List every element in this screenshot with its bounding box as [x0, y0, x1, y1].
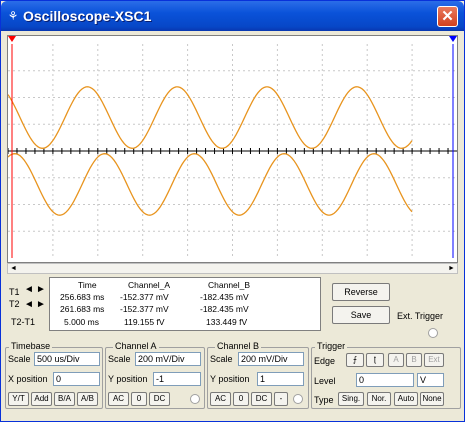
trigger-source-ext-button[interactable]: Ext [424, 353, 444, 367]
channel-a-scale-field[interactable]: 200 mV/Div [135, 352, 201, 366]
channel-a-title: Channel A [113, 341, 159, 351]
trigger-title: Trigger [315, 341, 348, 351]
timebase-scale-label: Scale [8, 354, 31, 364]
delta-channel-a: 119.155 fV [124, 317, 165, 327]
mode-yt-button[interactable]: Y/T [8, 392, 29, 406]
channel-a-ac-button[interactable]: AC [108, 392, 129, 406]
t2-left-arrow-icon[interactable]: ◄ [24, 300, 34, 310]
channel-b-radio[interactable] [293, 394, 303, 404]
t1-channel-a: -152.377 mV [120, 292, 169, 302]
t2-cursor-handle [449, 36, 457, 42]
trigger-none-button[interactable]: None [420, 392, 444, 406]
x-position-label: X position [8, 374, 48, 384]
t2-time: 261.683 ms [60, 304, 105, 314]
close-button[interactable]: ✕ [437, 6, 458, 27]
mode-ab-button[interactable]: A/B [77, 392, 98, 406]
channel-a-header: Channel_A [128, 280, 171, 290]
timebase-title: Timebase [9, 341, 53, 351]
trigger-level-unit[interactable]: V [417, 373, 444, 387]
channel-b-zero-button[interactable]: 0 [233, 392, 249, 406]
save-button[interactable]: Save [332, 306, 390, 324]
scroll-right-icon[interactable]: ► [446, 264, 457, 273]
channel-a-ypos-field[interactable]: -1 [153, 372, 201, 386]
channel-a-zero-button[interactable]: 0 [131, 392, 147, 406]
t2-label: T2 [9, 299, 20, 309]
trigger-edge-label: Edge [314, 356, 336, 366]
channel-a-dc-button[interactable]: DC [149, 392, 170, 406]
trigger-source-b-button[interactable]: B [406, 353, 422, 367]
channel-b-ypos-field[interactable]: 1 [257, 372, 304, 386]
horizontal-scrollbar[interactable]: ◄ ► [7, 263, 458, 274]
trigger-normal-button[interactable]: Nor. [367, 392, 391, 406]
window-title: Oscilloscope-XSC1 [23, 8, 152, 24]
trigger-single-button[interactable]: Sing. [338, 392, 364, 406]
oscilloscope-app-icon: ⚘ [7, 9, 19, 23]
trigger-level-label: Level [314, 376, 336, 386]
scroll-left-icon[interactable]: ◄ [8, 264, 19, 273]
timebase-scale-field[interactable]: 500 us/Div [34, 352, 100, 366]
waveform-display [8, 36, 457, 258]
channel-a-scale-label: Scale [108, 354, 131, 364]
trigger-source-a-button[interactable]: A [388, 353, 404, 367]
trigger-auto-button[interactable]: Auto [394, 392, 418, 406]
title-bar[interactable]: ⚘ Oscilloscope-XSC1 ✕ [1, 1, 464, 31]
channel-b-header: Channel_B [208, 280, 251, 290]
t2-right-arrow-icon[interactable]: ► [36, 300, 46, 310]
t1-cursor-handle [8, 36, 16, 42]
mode-ba-button[interactable]: B/A [54, 392, 75, 406]
channel-b-title: Channel B [215, 341, 262, 351]
oscilloscope-screen[interactable] [7, 35, 458, 263]
close-icon: ✕ [441, 8, 454, 25]
channel-a-trace [8, 86, 413, 149]
measurement-readout: Time Channel_A Channel_B 256.683 ms -152… [49, 277, 321, 331]
t1-left-arrow-icon[interactable]: ◄ [24, 285, 34, 295]
trigger-level-field[interactable]: 0 [356, 373, 414, 387]
channel-b-dc-button[interactable]: DC [251, 392, 272, 406]
oscilloscope-window: ⚘ Oscilloscope-XSC1 ✕ ◄ ► T1 T2 T2-T1 ◄ … [0, 0, 465, 422]
delta-channel-b: 133.449 fV [206, 317, 248, 327]
channel-b-ypos-label: Y position [210, 374, 250, 384]
ext-trigger-indicator [428, 328, 438, 338]
t2-t1-label: T2-T1 [11, 317, 36, 327]
t1-time: 256.683 ms [60, 292, 105, 302]
t1-channel-b: -182.435 mV [200, 292, 249, 302]
t2-channel-a: -152.377 mV [120, 304, 169, 314]
t2-channel-b: -182.435 mV [200, 304, 249, 314]
delta-time: 5.000 ms [64, 317, 99, 327]
ext-trigger-label: Ext. Trigger [397, 311, 444, 321]
time-header: Time [78, 280, 97, 290]
channel-b-trace [8, 153, 413, 216]
channel-b-scale-label: Scale [210, 354, 233, 364]
mode-add-button[interactable]: Add [31, 392, 52, 406]
channel-b-ac-button[interactable]: AC [210, 392, 231, 406]
rising-edge-icon[interactable]: ⨍ [346, 353, 364, 367]
channel-a-ypos-label: Y position [108, 374, 148, 384]
x-position-field[interactable]: 0 [53, 372, 100, 386]
reverse-button[interactable]: Reverse [332, 283, 390, 301]
channel-b-invert-button[interactable]: - [274, 392, 288, 406]
t1-right-arrow-icon[interactable]: ► [36, 285, 46, 295]
t1-label: T1 [9, 287, 20, 297]
channel-b-scale-field[interactable]: 200 mV/Div [238, 352, 304, 366]
falling-edge-icon[interactable]: ʈ [366, 353, 384, 367]
channel-a-radio[interactable] [190, 394, 200, 404]
trigger-type-label: Type [314, 395, 334, 405]
